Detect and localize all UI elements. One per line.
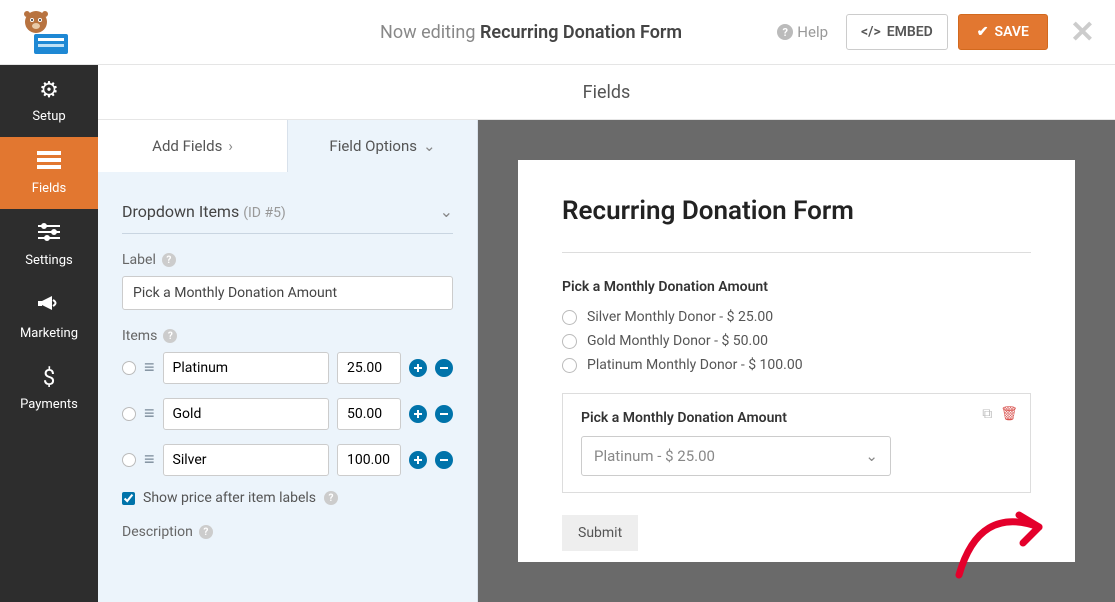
item-remove-button[interactable] bbox=[435, 451, 453, 469]
nav-settings[interactable]: Settings bbox=[0, 209, 98, 281]
help-link[interactable]: ? Help bbox=[777, 23, 828, 41]
radio-option[interactable]: Platinum Monthly Donor - $ 100.00 bbox=[562, 357, 1031, 373]
tab-field-options[interactable]: Field Options ⌄ bbox=[288, 120, 477, 172]
drag-handle-icon[interactable]: ≡ bbox=[144, 359, 155, 377]
item-price-input[interactable] bbox=[337, 352, 401, 384]
radio-icon bbox=[562, 334, 577, 349]
tab-add-fields[interactable]: Add Fields › bbox=[98, 120, 288, 172]
embed-button[interactable]: </> EMBED bbox=[846, 14, 948, 50]
check-icon: ✔ bbox=[977, 24, 989, 40]
item-row: ≡ bbox=[122, 444, 453, 476]
submit-button[interactable]: Submit bbox=[562, 515, 638, 551]
radio-option[interactable]: Silver Monthly Donor - $ 25.00 bbox=[562, 309, 1031, 325]
sidebar-nav: ⚙ Setup Fields Settings Marketing $ Paym… bbox=[0, 65, 98, 602]
item-name-input[interactable] bbox=[163, 444, 329, 476]
item-add-button[interactable] bbox=[409, 405, 427, 423]
help-icon: ? bbox=[777, 24, 793, 40]
help-icon[interactable]: ? bbox=[163, 329, 177, 343]
question-label: Pick a Monthly Donation Amount bbox=[581, 410, 1012, 426]
help-icon[interactable]: ? bbox=[162, 253, 176, 267]
section-dropdown-items[interactable]: Dropdown Items (ID #5) ⌄ bbox=[122, 190, 453, 234]
question-label: Pick a Monthly Donation Amount bbox=[562, 279, 1031, 295]
app-logo bbox=[16, 8, 72, 56]
item-add-button[interactable] bbox=[409, 451, 427, 469]
item-default-radio[interactable] bbox=[122, 453, 136, 467]
items-field-label: Items ? bbox=[122, 328, 453, 344]
close-button[interactable]: ✕ bbox=[1070, 15, 1095, 50]
options-panel: Add Fields › Field Options ⌄ Dropdown It… bbox=[98, 65, 478, 602]
bullhorn-icon bbox=[38, 294, 60, 320]
description-field-label: Description ? bbox=[122, 524, 453, 540]
label-field-label: Label ? bbox=[122, 252, 453, 268]
radio-icon bbox=[562, 358, 577, 373]
trash-icon[interactable]: 🗑 bbox=[1000, 406, 1018, 422]
item-remove-button[interactable] bbox=[435, 359, 453, 377]
selected-field-block[interactable]: ⧉ 🗑 Pick a Monthly Donation Amount Plati… bbox=[562, 393, 1031, 493]
item-row: ≡ bbox=[122, 398, 453, 430]
help-icon[interactable]: ? bbox=[324, 491, 338, 505]
item-row: ≡ bbox=[122, 352, 453, 384]
item-remove-button[interactable] bbox=[435, 405, 453, 423]
sliders-icon bbox=[38, 222, 60, 247]
radio-option[interactable]: Gold Monthly Donor - $ 50.00 bbox=[562, 333, 1031, 349]
nav-payments[interactable]: $ Payments bbox=[0, 353, 98, 425]
form-title: Recurring Donation Form bbox=[562, 196, 1031, 226]
radio-icon bbox=[562, 310, 577, 325]
list-icon bbox=[37, 150, 61, 175]
duplicate-icon[interactable]: ⧉ bbox=[982, 406, 992, 422]
item-default-radio[interactable] bbox=[122, 407, 136, 421]
form-canvas: Recurring Donation Form Pick a Monthly D… bbox=[518, 160, 1075, 562]
save-button[interactable]: ✔ SAVE bbox=[958, 14, 1048, 50]
drag-handle-icon[interactable]: ≡ bbox=[144, 451, 155, 469]
show-price-label: Show price after item labels bbox=[143, 490, 316, 506]
item-name-input[interactable] bbox=[163, 398, 329, 430]
nav-setup[interactable]: ⚙ Setup bbox=[0, 65, 98, 137]
preview-pane: Recurring Donation Form Pick a Monthly D… bbox=[478, 65, 1115, 602]
item-default-radio[interactable] bbox=[122, 361, 136, 375]
gear-icon: ⚙ bbox=[39, 78, 59, 103]
dropdown-select[interactable]: Platinum - $ 25.00 ⌄ bbox=[581, 436, 891, 476]
editing-label: Now editing Recurring Donation Form bbox=[380, 22, 682, 43]
help-icon[interactable]: ? bbox=[199, 525, 213, 539]
chevron-down-icon: ⌄ bbox=[423, 137, 436, 155]
chevron-right-icon: › bbox=[228, 137, 233, 155]
show-price-checkbox[interactable] bbox=[122, 492, 135, 505]
dollar-icon: $ bbox=[43, 366, 55, 391]
code-icon: </> bbox=[861, 24, 881, 40]
nav-marketing[interactable]: Marketing bbox=[0, 281, 98, 353]
item-price-input[interactable] bbox=[337, 398, 401, 430]
chevron-down-icon: ⌄ bbox=[865, 447, 878, 465]
item-price-input[interactable] bbox=[337, 444, 401, 476]
item-add-button[interactable] bbox=[409, 359, 427, 377]
subheader-title: Fields bbox=[98, 65, 1115, 120]
chevron-down-icon: ⌄ bbox=[440, 202, 453, 221]
drag-handle-icon[interactable]: ≡ bbox=[144, 405, 155, 423]
item-name-input[interactable] bbox=[163, 352, 329, 384]
label-input[interactable] bbox=[122, 276, 453, 310]
nav-fields[interactable]: Fields bbox=[0, 137, 98, 209]
